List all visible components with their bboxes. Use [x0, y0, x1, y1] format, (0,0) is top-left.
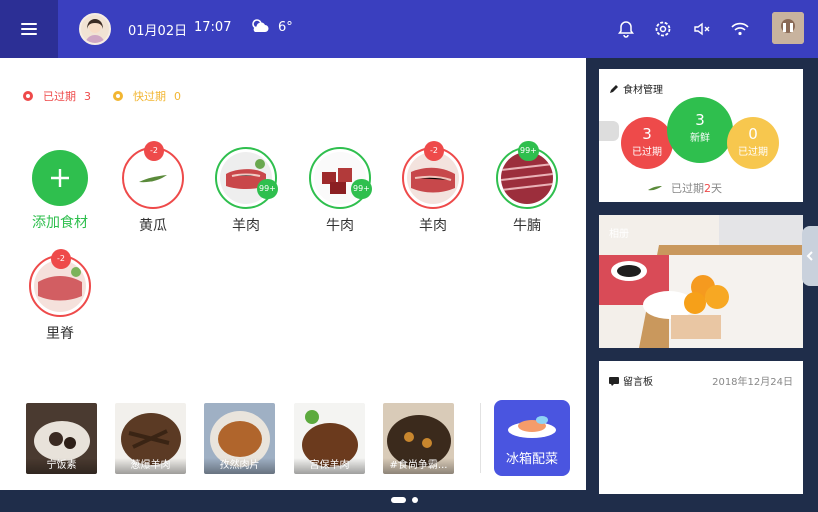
recipe-title: 宫保羊肉: [294, 458, 365, 474]
left-tab-icon: [599, 121, 619, 141]
pencil-icon: [610, 84, 618, 93]
fresh-bubble[interactable]: 3 新鲜: [667, 97, 733, 163]
food-label: 里脊: [46, 326, 74, 342]
user-photo[interactable]: [772, 12, 804, 44]
wifi-icon[interactable]: [730, 19, 750, 39]
fridge-recipe-button[interactable]: 冰箱配菜: [494, 400, 570, 476]
soon-status[interactable]: 快过期 0: [113, 88, 181, 104]
food-label: 羊肉: [232, 218, 260, 234]
food-badge: -2: [424, 141, 444, 161]
card-title: 食材管理: [609, 81, 663, 96]
page-dot[interactable]: [412, 497, 418, 503]
side-tab-handle[interactable]: [802, 226, 818, 286]
photo-label: 相册: [609, 229, 629, 240]
recipe-title: 孜然肉片: [204, 458, 275, 474]
gear-icon[interactable]: [653, 19, 673, 39]
message-date: 2018年12月24日: [712, 377, 793, 388]
cloud-weather-icon: [252, 19, 269, 32]
add-food-item[interactable]: 添加食材: [20, 147, 100, 232]
food-label: 羊肉: [419, 218, 447, 234]
divider: [480, 403, 481, 473]
soon-label: 快过期: [133, 90, 166, 103]
fridge-recipe-label: 冰箱配菜: [505, 452, 558, 467]
food-management-card[interactable]: 食材管理 3 已过期 3 新鲜 0 已过期 已过期 2 天: [599, 69, 803, 202]
soon-count: 0: [174, 89, 181, 103]
recipe-title: #食尚争霸...: [383, 458, 454, 474]
cucumber-icon: [648, 186, 662, 191]
plus-icon: [51, 169, 69, 187]
page-dot-active[interactable]: [391, 497, 406, 503]
message-board-card[interactable]: 留言板 2018年12月24日: [599, 361, 803, 494]
food-badge: 99+: [257, 179, 278, 199]
message-icon: [609, 376, 619, 386]
food-badge: -2: [144, 141, 164, 161]
expired-summary: 已过期 2 天: [647, 180, 722, 196]
food-badge: 99+: [351, 179, 372, 199]
recipe-card[interactable]: 宫保羊肉: [294, 403, 365, 474]
temperature-text: 6°: [278, 20, 293, 35]
expired-bubble[interactable]: 3 已过期: [621, 117, 673, 169]
date-text: 01月02日: [128, 24, 188, 39]
soon-dot-icon: [113, 91, 123, 101]
card-title: 留言板: [609, 373, 653, 388]
mute-icon[interactable]: [692, 19, 712, 39]
food-item-beef[interactable]: 99+ 牛肉: [300, 147, 380, 235]
food-item-cucumber[interactable]: -2 黄瓜: [113, 141, 193, 235]
recipe-card[interactable]: 宁饭素: [26, 403, 97, 474]
dish-icon: [508, 416, 556, 438]
food-panel: 已过期 3 快过期 0 添加食材 -2 黄瓜 99+ 羊肉 99+ 牛肉 -2 …: [0, 58, 586, 490]
soon-bubble[interactable]: 0 已过期: [727, 117, 779, 169]
recipe-card[interactable]: 葱爆羊肉: [115, 403, 186, 474]
recipe-card[interactable]: 孜然肉片: [204, 403, 275, 474]
food-item-brisket[interactable]: 99+ 牛腩: [487, 141, 567, 235]
food-label: 牛肉: [326, 218, 354, 234]
add-button[interactable]: [32, 150, 88, 206]
bell-icon[interactable]: [616, 19, 636, 39]
menu-icon: [21, 23, 37, 35]
recipe-card[interactable]: #食尚争霸...: [383, 403, 454, 474]
top-bar: 01月02日 17:07 6°: [0, 0, 818, 58]
recipe-title: 宁饭素: [26, 458, 97, 474]
page-indicator[interactable]: [391, 497, 418, 503]
avatar[interactable]: [79, 13, 111, 45]
time-text: 17:07: [194, 20, 232, 35]
food-badge: -2: [51, 249, 71, 269]
food-label: 牛腩: [513, 218, 541, 234]
food-label: 黄瓜: [139, 218, 167, 234]
photo-card[interactable]: 相册: [599, 215, 803, 348]
chevron-left-icon: [806, 251, 813, 261]
expired-status[interactable]: 已过期 3: [23, 88, 91, 104]
food-badge: 99+: [518, 141, 539, 161]
recipe-title: 葱爆羊肉: [115, 458, 186, 474]
food-label: 添加食材: [32, 215, 88, 231]
food-item-tenderloin[interactable]: -2 里脊: [20, 249, 100, 343]
expired-label: 已过期: [43, 90, 76, 103]
menu-button[interactable]: [0, 0, 58, 58]
expired-dot-icon: [23, 91, 33, 101]
food-item-mutton[interactable]: 99+ 羊肉: [206, 147, 286, 235]
food-item-mutton-expired[interactable]: -2 羊肉: [393, 141, 473, 235]
photo-image: [599, 215, 803, 348]
expired-count: 3: [84, 89, 91, 103]
